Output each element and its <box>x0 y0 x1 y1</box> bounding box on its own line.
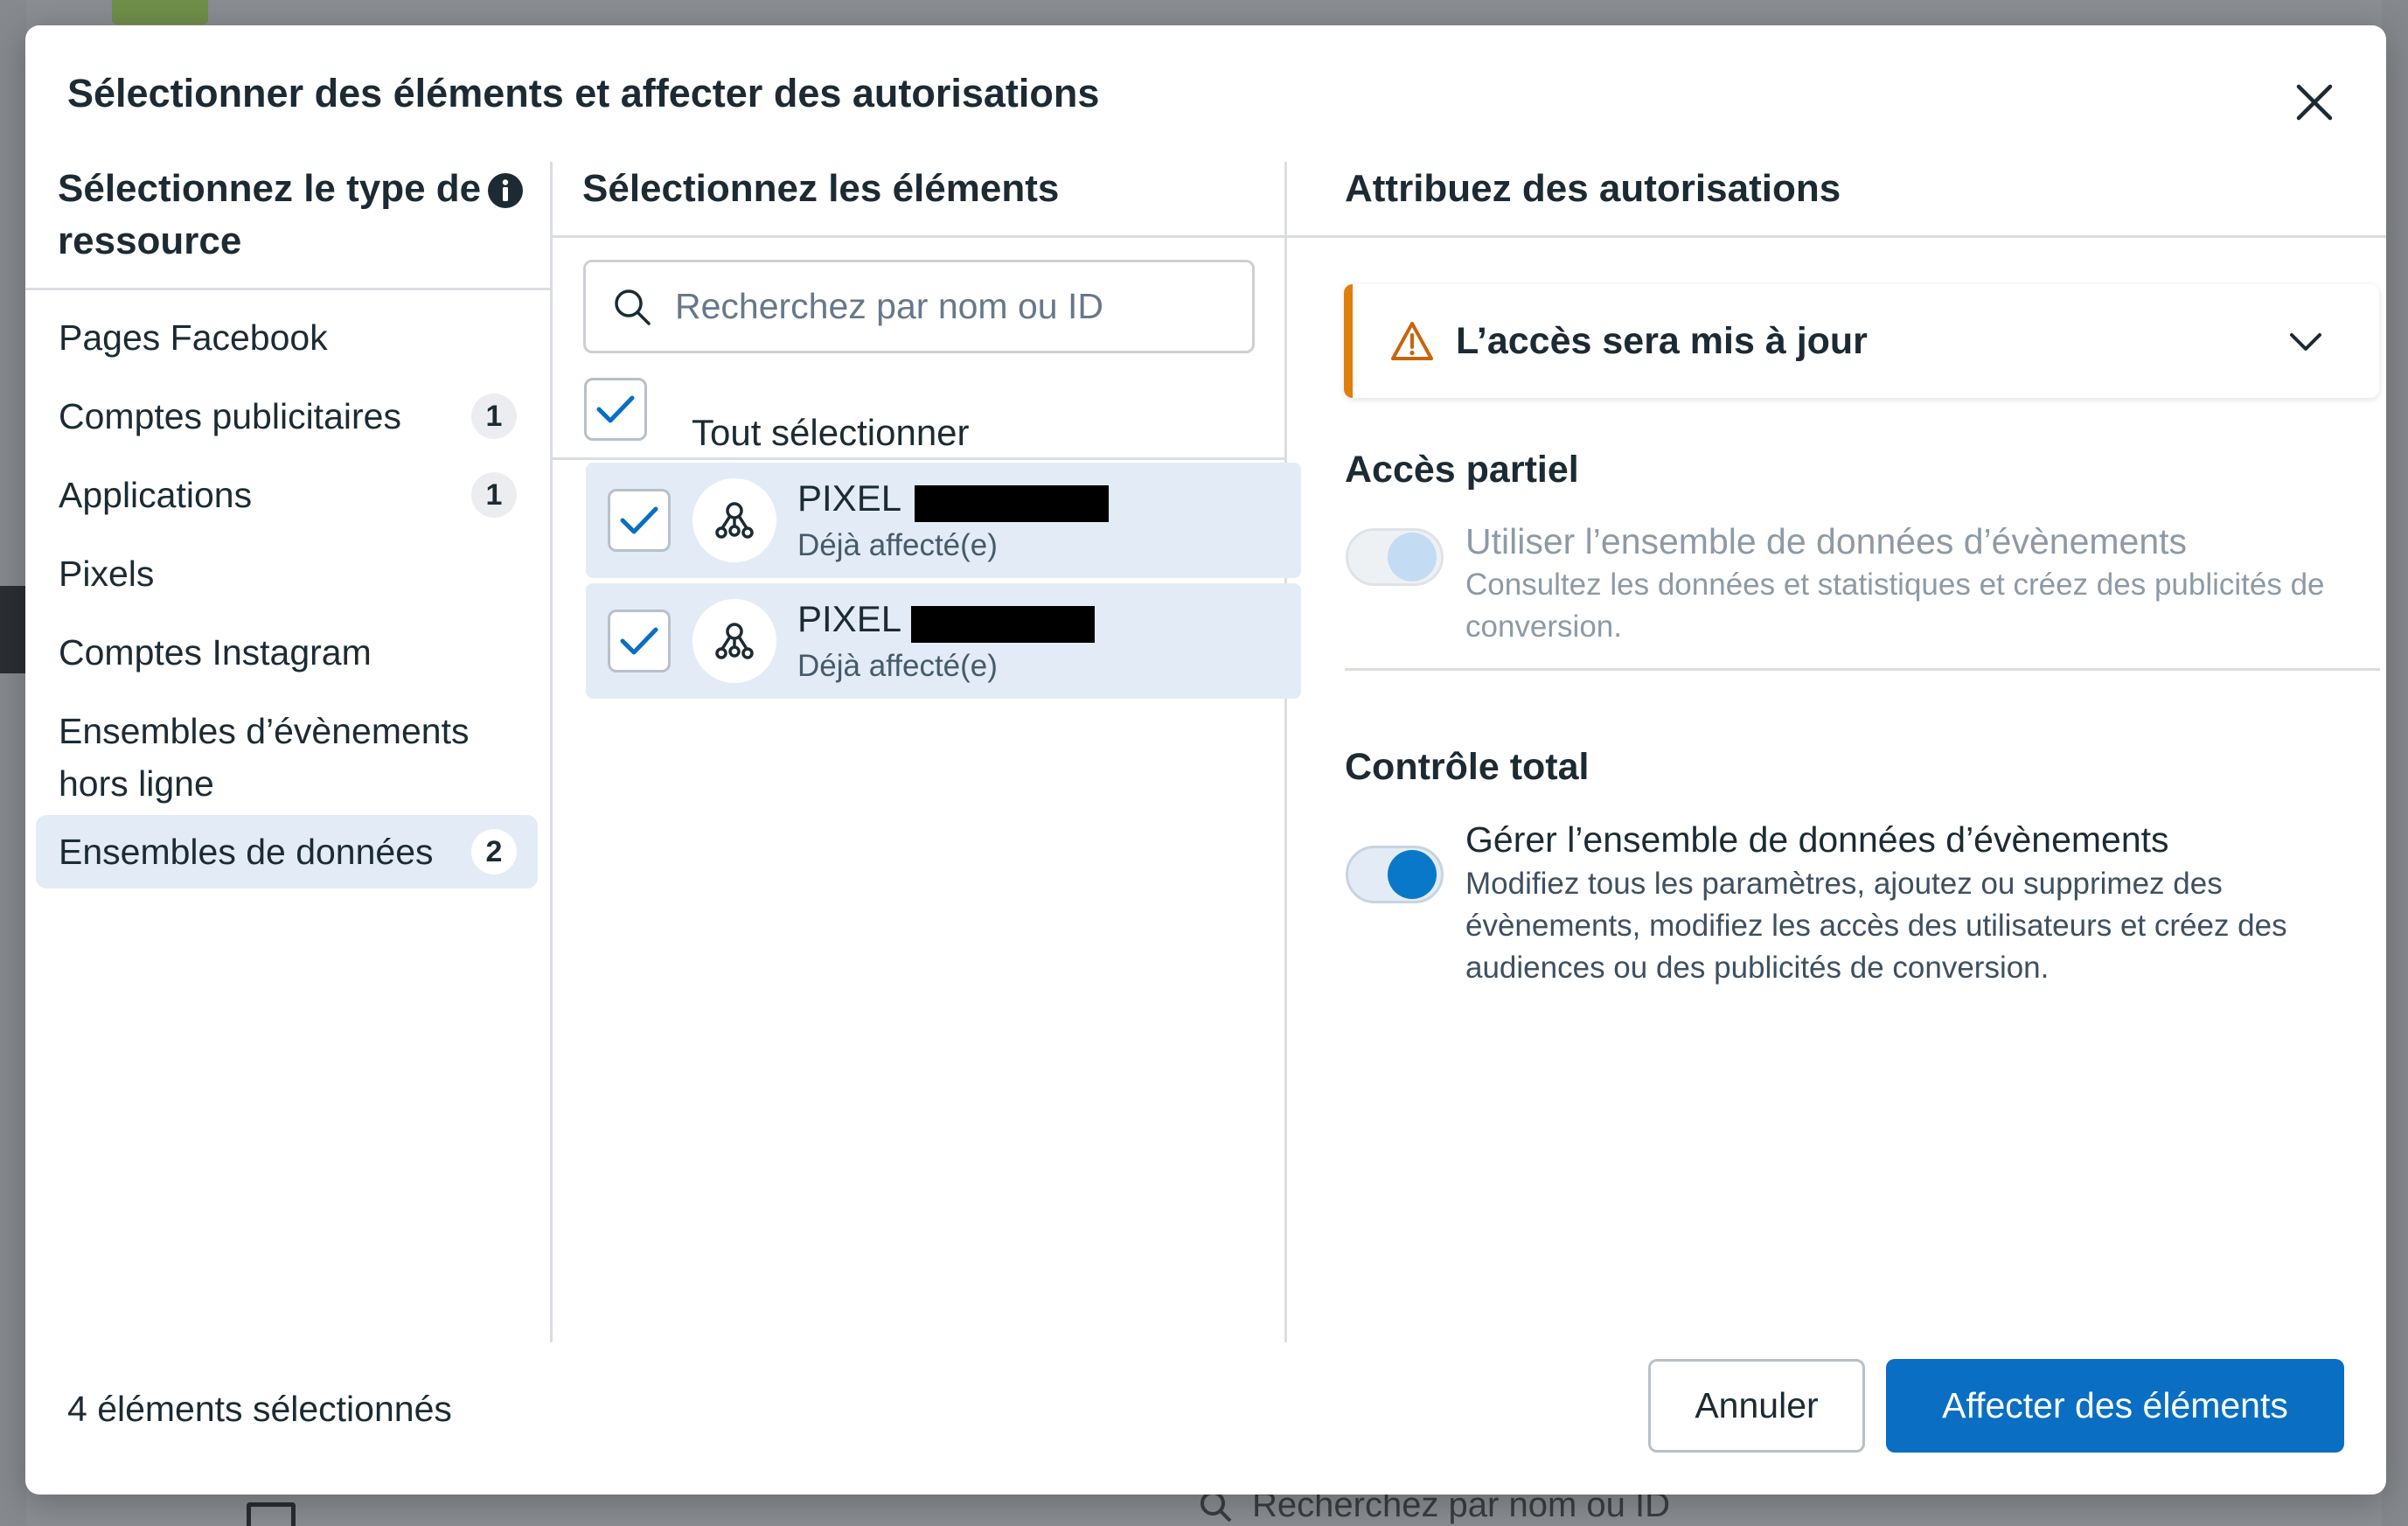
pixel-network-icon <box>715 502 754 539</box>
chevron-down-icon <box>2290 333 2321 351</box>
close-icon <box>2296 84 2333 121</box>
warning-icon <box>1391 322 1433 360</box>
search-input[interactable] <box>675 286 1235 327</box>
pixel-status: Déjà affecté(e) <box>797 528 998 562</box>
assign-elements-dialog: Sélectionner des éléments et affecter de… <box>25 25 2386 1495</box>
background-left-strip <box>0 0 26 1526</box>
full-control-toggle[interactable] <box>1346 846 1444 903</box>
background-dark-block <box>0 586 26 673</box>
assign-elements-button[interactable]: Affecter des éléments <box>1886 1359 2344 1453</box>
partial-access-toggle[interactable] <box>1346 528 1444 586</box>
select-all-checkbox[interactable] <box>584 378 647 441</box>
pixel-avatar <box>692 599 776 683</box>
count-badge: 2 <box>471 829 517 874</box>
resource-type-label: Ensembles de données <box>59 832 434 872</box>
resource-type-header: Sélectionnez le type de ressource <box>58 167 482 262</box>
column-divider-right <box>1284 162 1287 1342</box>
toggle-knob <box>1388 850 1437 899</box>
resource-type-offline-event-sets[interactable]: Ensembles d’évènements hors ligne <box>36 700 525 813</box>
resource-type-instagram-accounts[interactable]: Comptes Instagram <box>36 621 538 684</box>
partial-access-title: Accès partiel <box>1345 449 1579 491</box>
resource-type-pixels[interactable]: Pixels <box>36 542 538 605</box>
partial-access-label: Utiliser l’ensemble de données d’évèneme… <box>1465 521 2188 561</box>
resource-type-ad-accounts[interactable]: Comptes publicitaires 1 <box>36 385 538 448</box>
background-icon <box>247 1502 296 1526</box>
permission-divider <box>1345 668 2380 671</box>
background-avatar-tile <box>112 0 208 24</box>
access-update-alert[interactable]: L’accès sera mis à jour <box>1344 284 2379 398</box>
pixel-avatar <box>692 478 776 562</box>
full-control-title: Contrôle total <box>1345 746 1590 788</box>
assign-permissions-header: Attribuez des autorisations <box>1345 167 1841 210</box>
checkmark-icon <box>620 506 658 534</box>
resource-type-datasets[interactable]: Ensembles de données 2 <box>36 815 538 888</box>
count-badge: 1 <box>471 394 517 439</box>
alert-text: L’accès sera mis à jour <box>1456 320 1868 362</box>
search-icon <box>615 289 651 325</box>
pixel-status: Déjà affecté(e) <box>797 649 998 683</box>
dialog-title: Sélectionner des éléments et affecter de… <box>67 71 1100 115</box>
left-header-divider <box>25 288 551 290</box>
resource-type-label: Ensembles d’évènements hors ligne <box>59 711 470 804</box>
element-checkbox[interactable] <box>608 489 671 552</box>
count-badge: 1 <box>471 472 517 518</box>
select-elements-header: Sélectionnez les éléments <box>582 167 1060 210</box>
full-control-description: Modifiez tous les paramètres, ajoutez ou… <box>1465 867 2287 985</box>
pixel-name: PIXEL <box>797 477 902 519</box>
checkmark-icon <box>596 395 635 423</box>
select-all-label: Tout sélectionner <box>692 412 970 453</box>
element-checkbox[interactable] <box>608 610 671 672</box>
pixel-name: PIXEL <box>797 598 902 639</box>
right-header-divider <box>1285 235 2386 238</box>
selected-count: 4 éléments sélectionnés <box>67 1389 452 1429</box>
resource-type-label: Pixels <box>59 554 155 594</box>
element-row[interactable]: PIXEL Déjà affecté(e) <box>586 583 1301 699</box>
partial-access-description: Consultez les données et statistiques et… <box>1465 568 2325 644</box>
resource-type-facebook-pages[interactable]: Pages Facebook <box>36 306 538 369</box>
cancel-button[interactable]: Annuler <box>1648 1359 1865 1453</box>
pixel-network-icon <box>715 623 754 659</box>
redacted-id <box>911 606 1095 643</box>
resource-type-label: Comptes publicitaires <box>59 396 401 436</box>
resource-type-label: Applications <box>59 475 253 515</box>
element-search-box[interactable] <box>583 260 1255 353</box>
column-divider-left <box>550 162 553 1342</box>
middle-header-divider <box>551 235 1285 238</box>
info-icon[interactable] <box>487 172 524 209</box>
close-button[interactable] <box>2281 69 2348 136</box>
checkmark-icon <box>620 627 658 655</box>
element-row[interactable]: PIXEL Déjà affecté(e) <box>586 463 1301 578</box>
resource-type-label: Comptes Instagram <box>59 632 372 672</box>
full-control-label: Gérer l’ensemble de données d’évènements <box>1465 819 2169 860</box>
redacted-id <box>915 485 1109 522</box>
resource-type-label: Pages Facebook <box>59 317 328 358</box>
resource-type-applications[interactable]: Applications 1 <box>36 463 538 526</box>
select-all-divider <box>551 457 1285 460</box>
toggle-knob <box>1388 533 1437 582</box>
